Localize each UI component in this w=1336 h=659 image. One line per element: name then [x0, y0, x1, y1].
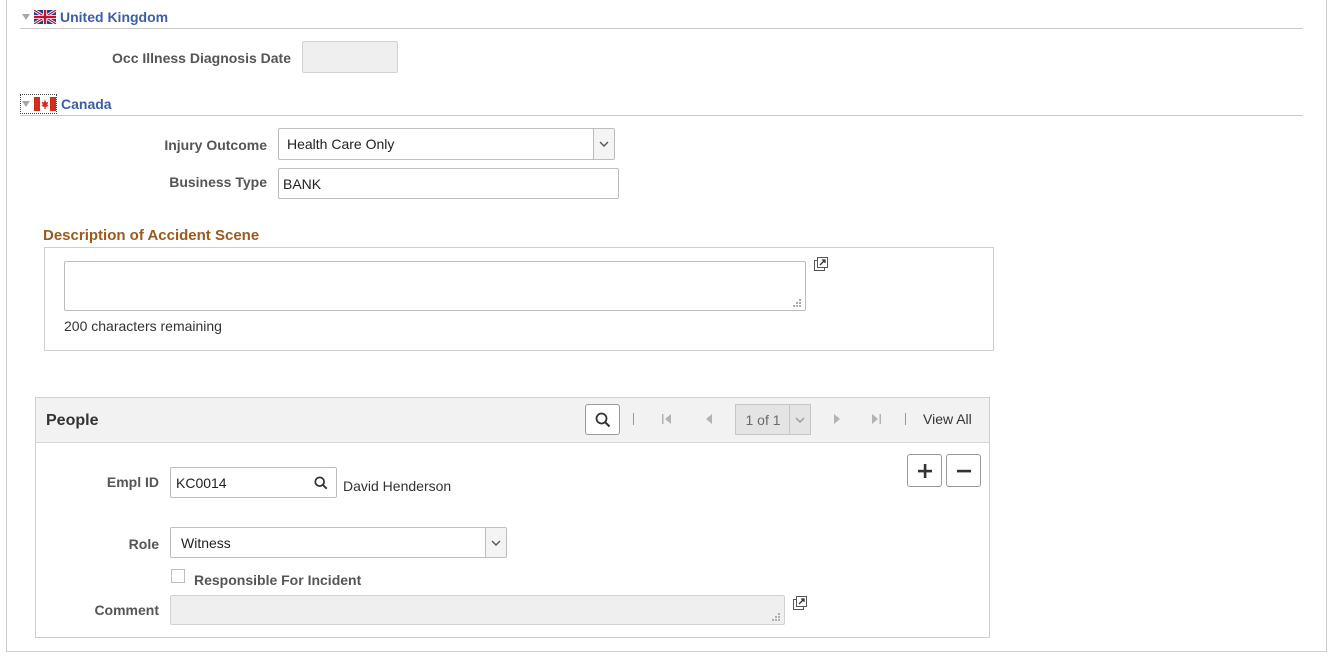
toolbar-separator: [633, 413, 634, 425]
business-type-field[interactable]: BANK: [278, 168, 619, 199]
injury-outcome-value: Health Care Only: [287, 136, 395, 152]
minus-icon: [956, 469, 971, 472]
triangle-down-icon[interactable]: [22, 14, 30, 20]
next-page-icon[interactable]: [832, 413, 842, 425]
business-type-label: Business Type: [169, 174, 267, 190]
chevron-down-icon[interactable]: [789, 405, 810, 434]
empl-id-label: Empl ID: [106, 474, 159, 490]
injury-outcome-select[interactable]: Health Care Only: [278, 128, 615, 160]
pagination-value: 1 of 1: [745, 411, 781, 428]
comment-textarea: [170, 595, 785, 625]
people-grid-header: People 1 of 1 View All: [36, 398, 989, 443]
expand-icon[interactable]: [813, 256, 829, 272]
last-page-icon[interactable]: [870, 413, 882, 425]
accident-scene-title: Description of Accident Scene: [43, 227, 260, 244]
view-all-link[interactable]: View All: [923, 411, 972, 427]
delete-row-button[interactable]: [946, 454, 981, 487]
search-icon[interactable]: [314, 476, 328, 490]
chevron-down-icon[interactable]: [593, 129, 614, 159]
search-icon: [595, 412, 610, 427]
occ-illness-label: Occ Illness Diagnosis Date: [112, 50, 291, 66]
responsible-label: Responsible For Incident: [194, 572, 362, 588]
role-label: Role: [128, 536, 159, 552]
uk-section-title[interactable]: United Kingdom: [60, 9, 168, 25]
uk-section-header[interactable]: United Kingdom: [22, 8, 168, 26]
uk-section-divider: [20, 28, 1303, 29]
canada-flag-icon: [34, 97, 56, 111]
first-page-icon[interactable]: [661, 413, 673, 425]
injury-outcome-label: Injury Outcome: [164, 137, 267, 153]
empl-id-value: KC0014: [176, 474, 227, 491]
canada-section-title[interactable]: Canada: [61, 96, 112, 112]
responsible-checkbox[interactable]: [171, 569, 185, 583]
add-row-button[interactable]: [907, 454, 942, 487]
resize-grip-icon[interactable]: [792, 298, 802, 308]
canada-section-divider: [20, 115, 1303, 116]
previous-page-icon[interactable]: [704, 413, 714, 425]
pagination-select[interactable]: 1 of 1: [735, 404, 811, 435]
people-grid-title: People: [46, 412, 99, 429]
occ-illness-date-field: [302, 41, 398, 73]
chevron-down-icon[interactable]: [485, 528, 506, 557]
chars-remaining-text: 200 characters remaining: [64, 318, 222, 334]
expand-icon[interactable]: [792, 595, 808, 611]
triangle-down-icon[interactable]: [22, 101, 30, 107]
resize-grip-icon: [772, 613, 780, 621]
employee-name: David Henderson: [343, 478, 452, 494]
canada-section-header[interactable]: Canada: [20, 94, 112, 114]
role-value: Witness: [181, 534, 231, 551]
grid-search-button[interactable]: [585, 404, 620, 435]
accident-scene-textarea[interactable]: [64, 261, 806, 311]
empl-id-field[interactable]: KC0014: [170, 467, 337, 498]
toolbar-separator: [905, 413, 906, 425]
role-select[interactable]: Witness: [170, 527, 507, 558]
uk-flag-icon: [34, 10, 56, 24]
comment-label: Comment: [94, 602, 159, 618]
plus-icon: [917, 463, 932, 478]
